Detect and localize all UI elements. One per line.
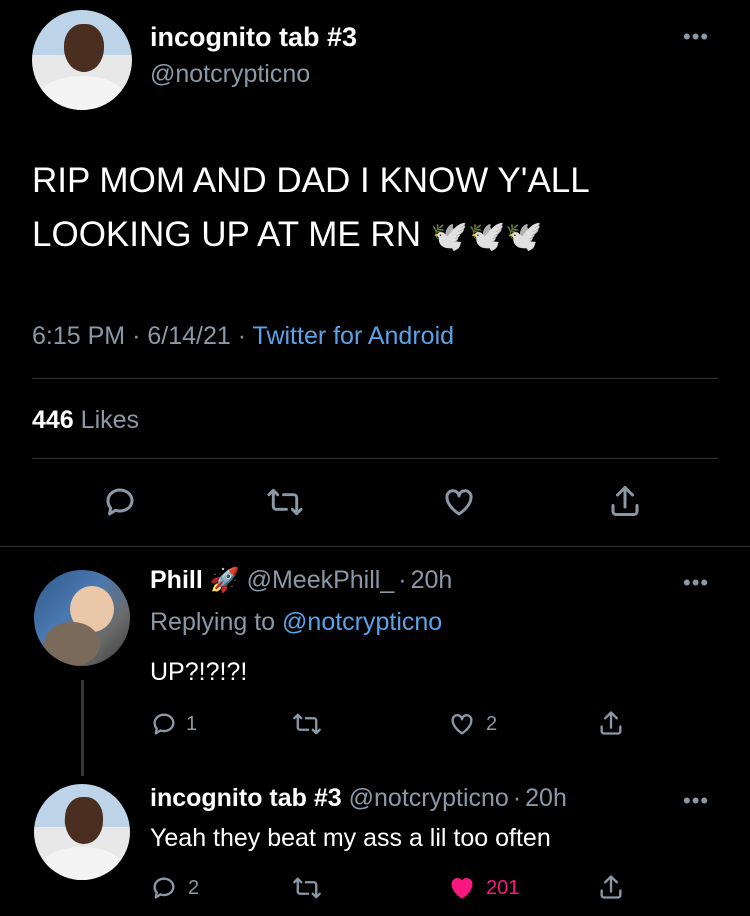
avatar-face: [64, 24, 104, 72]
meta-separator: ·: [132, 322, 141, 350]
retweet-icon[interactable]: [292, 710, 322, 738]
more-icon[interactable]: •••: [683, 26, 709, 48]
replying-handle[interactable]: @notcrypticno: [282, 608, 442, 636]
avatar-shirt: [40, 76, 124, 110]
like-count: 2: [486, 713, 498, 735]
likes-stat[interactable]: 446 Likes: [32, 406, 139, 435]
avatar-detail: [44, 622, 100, 666]
more-icon[interactable]: •••: [683, 790, 709, 812]
more-icon[interactable]: •••: [683, 572, 709, 594]
reply-author-handle[interactable]: @MeekPhill_: [247, 566, 395, 594]
reply-age[interactable]: 20h: [525, 784, 567, 812]
reply-text: Yeah they beat my ass a lil too often: [150, 824, 551, 852]
replying-prefix: Replying to: [150, 608, 276, 636]
reply-icon[interactable]: [150, 874, 178, 902]
share-icon[interactable]: [597, 872, 625, 902]
reply-header: Phill 🚀 @MeekPhill_ · 20h: [150, 566, 452, 595]
likes-count: 446: [32, 406, 74, 434]
meta-separator: ·: [512, 784, 522, 812]
reply-text: UP?!?!?!: [150, 658, 248, 686]
tweet-text-line-1: RIP MOM AND DAD I KNOW Y'ALL: [32, 161, 590, 200]
tweet-text-line-2: LOOKING UP AT ME RN 🕊️🕊️🕊️: [32, 208, 590, 264]
reply-age[interactable]: 20h: [411, 566, 453, 594]
share-icon[interactable]: [607, 482, 643, 520]
retweet-icon[interactable]: [292, 874, 322, 902]
tweet-text: RIP MOM AND DAD I KNOW Y'ALL LOOKING UP …: [32, 154, 590, 264]
replying-to: Replying to @notcrypticno: [150, 608, 442, 637]
divider: [0, 546, 750, 547]
reply-count: 1: [186, 713, 198, 735]
like-icon[interactable]: [447, 710, 477, 738]
reply-avatar[interactable]: [34, 570, 130, 666]
reply-count: 2: [188, 877, 200, 899]
liked-heart-icon[interactable]: [447, 874, 477, 902]
meta-separator: ·: [398, 566, 407, 594]
thread-line: [81, 680, 84, 776]
like-icon[interactable]: [440, 484, 478, 520]
share-icon[interactable]: [597, 708, 625, 738]
divider: [32, 378, 718, 379]
reply-avatar[interactable]: [34, 784, 130, 880]
reply-icon[interactable]: [102, 484, 138, 520]
tweet-time[interactable]: 6:15 PM: [32, 322, 125, 350]
tweet-metadata: 6:15 PM · 6/14/21 · Twitter for Android: [32, 322, 454, 351]
likes-label: Likes: [80, 406, 140, 434]
reply-author-name[interactable]: incognito tab #3: [150, 784, 342, 812]
reply-author-name[interactable]: Phill: [150, 566, 203, 594]
author-handle[interactable]: @notcrypticno: [150, 60, 310, 89]
meta-separator: ·: [237, 322, 247, 350]
dove-emoji: 🕊️🕊️🕊️: [430, 220, 543, 253]
author-name[interactable]: incognito tab #3: [150, 22, 357, 53]
reply-author-handle[interactable]: @notcrypticno: [349, 784, 509, 812]
rocket-emoji: 🚀: [209, 567, 240, 594]
divider: [32, 458, 718, 459]
avatar-face: [64, 797, 104, 844]
tweet-text-line-2-words: LOOKING UP AT ME RN: [32, 215, 421, 254]
like-count: 201: [486, 877, 520, 899]
avatar-shirt: [41, 847, 123, 880]
reply-header: incognito tab #3 @notcrypticno · 20h: [150, 784, 567, 813]
reply-icon[interactable]: [150, 710, 178, 738]
tweet-date[interactable]: 6/14/21: [147, 322, 230, 350]
avatar[interactable]: [32, 10, 132, 110]
retweet-icon[interactable]: [266, 484, 304, 520]
tweet-source[interactable]: Twitter for Android: [253, 322, 454, 350]
